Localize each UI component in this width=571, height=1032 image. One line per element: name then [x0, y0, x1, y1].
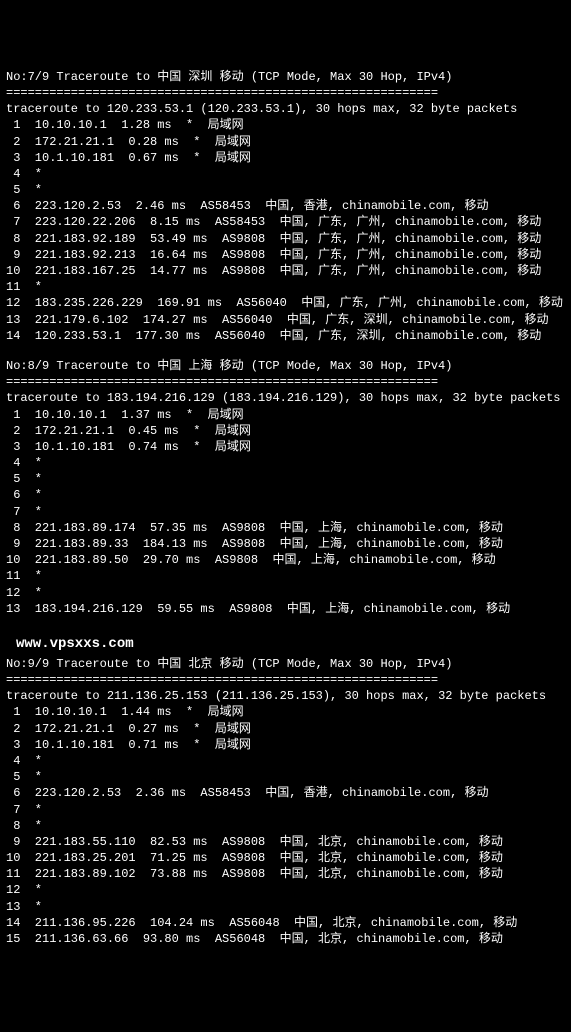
- hop-line: 5 *: [6, 769, 565, 785]
- traceroute-subheader: traceroute to 183.194.216.129 (183.194.2…: [6, 390, 565, 406]
- traceroute-subheader: traceroute to 211.136.25.153 (211.136.25…: [6, 688, 565, 704]
- hop-line: 10 221.183.89.50 29.70 ms AS9808 中国, 上海,…: [6, 552, 565, 568]
- traceroute-subheader: traceroute to 120.233.53.1 (120.233.53.1…: [6, 101, 565, 117]
- hop-line: 11 *: [6, 568, 565, 584]
- hop-line: 4 *: [6, 455, 565, 471]
- hop-line: 7 *: [6, 802, 565, 818]
- terminal-output: No:7/9 Traceroute to 中国 深圳 移动 (TCP Mode,…: [6, 69, 565, 947]
- hop-line: 11 221.183.89.102 73.88 ms AS9808 中国, 北京…: [6, 866, 565, 882]
- hop-line: 9 221.183.89.33 184.13 ms AS9808 中国, 上海,…: [6, 536, 565, 552]
- hop-line: 13 183.194.216.129 59.55 ms AS9808 中国, 上…: [6, 601, 565, 617]
- traceroute-header: No:7/9 Traceroute to 中国 深圳 移动 (TCP Mode,…: [6, 69, 565, 85]
- watermark-text: www.vpsxxs.com: [6, 631, 565, 656]
- hop-line: 8 *: [6, 818, 565, 834]
- hop-line: 6 *: [6, 487, 565, 503]
- hop-line: 9 221.183.55.110 82.53 ms AS9808 中国, 北京,…: [6, 834, 565, 850]
- hop-line: 10 221.183.167.25 14.77 ms AS9808 中国, 广东…: [6, 263, 565, 279]
- hop-line: 5 *: [6, 182, 565, 198]
- hop-line: 3 10.1.10.181 0.67 ms * 局域网: [6, 150, 565, 166]
- traceroute-header: No:8/9 Traceroute to 中国 上海 移动 (TCP Mode,…: [6, 358, 565, 374]
- hop-line: 14 120.233.53.1 177.30 ms AS56040 中国, 广东…: [6, 328, 565, 344]
- hop-line: 4 *: [6, 753, 565, 769]
- hop-line: 2 172.21.21.1 0.28 ms * 局域网: [6, 134, 565, 150]
- hop-line: 3 10.1.10.181 0.74 ms * 局域网: [6, 439, 565, 455]
- hop-line: 8 221.183.89.174 57.35 ms AS9808 中国, 上海,…: [6, 520, 565, 536]
- divider-line: ========================================…: [6, 374, 565, 390]
- hop-line: 3 10.1.10.181 0.71 ms * 局域网: [6, 737, 565, 753]
- hop-line: 7 223.120.22.206 8.15 ms AS58453 中国, 广东,…: [6, 214, 565, 230]
- hop-line: 13 *: [6, 899, 565, 915]
- hop-line: 4 *: [6, 166, 565, 182]
- hop-line: 8 221.183.92.189 53.49 ms AS9808 中国, 广东,…: [6, 231, 565, 247]
- hop-line: 2 172.21.21.1 0.45 ms * 局域网: [6, 423, 565, 439]
- hop-line: 13 221.179.6.102 174.27 ms AS56040 中国, 广…: [6, 312, 565, 328]
- hop-line: 11 *: [6, 279, 565, 295]
- hop-line: 9 221.183.92.213 16.64 ms AS9808 中国, 广东,…: [6, 247, 565, 263]
- hop-line: 2 172.21.21.1 0.27 ms * 局域网: [6, 721, 565, 737]
- hop-line: 10 221.183.25.201 71.25 ms AS9808 中国, 北京…: [6, 850, 565, 866]
- hop-line: 6 223.120.2.53 2.46 ms AS58453 中国, 香港, c…: [6, 198, 565, 214]
- hop-line: 7 *: [6, 504, 565, 520]
- hop-line: 12 *: [6, 882, 565, 898]
- hop-line: 15 211.136.63.66 93.80 ms AS56048 中国, 北京…: [6, 931, 565, 947]
- hop-line: 1 10.10.10.1 1.37 ms * 局域网: [6, 407, 565, 423]
- hop-line: 1 10.10.10.1 1.28 ms * 局域网: [6, 117, 565, 133]
- hop-line: 5 *: [6, 471, 565, 487]
- hop-line: 12 *: [6, 585, 565, 601]
- hop-line: 12 183.235.226.229 169.91 ms AS56040 中国,…: [6, 295, 565, 311]
- divider-line: ========================================…: [6, 672, 565, 688]
- hop-line: 1 10.10.10.1 1.44 ms * 局域网: [6, 704, 565, 720]
- divider-line: ========================================…: [6, 85, 565, 101]
- hop-line: 6 223.120.2.53 2.36 ms AS58453 中国, 香港, c…: [6, 785, 565, 801]
- traceroute-header: No:9/9 Traceroute to 中国 北京 移动 (TCP Mode,…: [6, 656, 565, 672]
- hop-line: 14 211.136.95.226 104.24 ms AS56048 中国, …: [6, 915, 565, 931]
